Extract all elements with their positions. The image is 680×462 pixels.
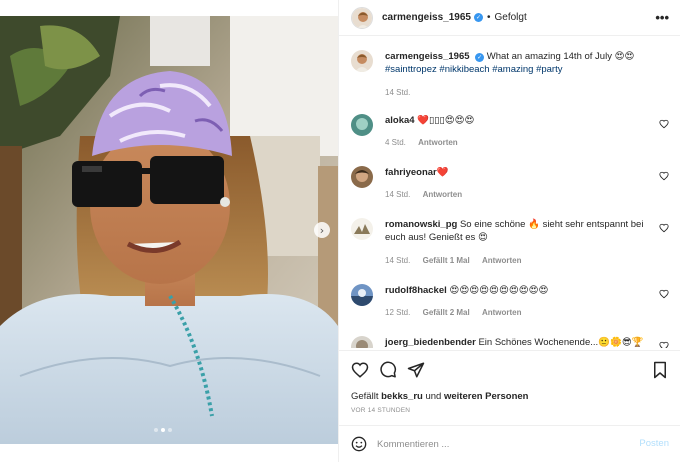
- like-comment-heart-icon[interactable]: [659, 341, 669, 348]
- more-options-icon[interactable]: •••: [655, 11, 669, 24]
- comment-text: ❤️: [436, 167, 449, 178]
- caption-meta: 14 Std.: [385, 88, 420, 97]
- next-slide-button[interactable]: ›: [314, 222, 330, 238]
- post-comment-button[interactable]: Posten: [639, 438, 669, 449]
- reply-button[interactable]: Antworten: [482, 308, 522, 317]
- carousel-dot: [154, 428, 158, 432]
- comment-body: rudolf8hackel 😍😍😍😍😍😍😍😍😍😍: [385, 284, 647, 297]
- comment-body: romanowski_pg So eine schöne 🔥 sieht seh…: [385, 218, 647, 244]
- carousel-indicator: [154, 428, 172, 432]
- carousel-dot-active: [161, 428, 165, 432]
- chevron-right-icon: ›: [319, 223, 325, 237]
- like-comment-heart-icon[interactable]: [659, 289, 669, 299]
- like-comment-heart-icon[interactable]: [659, 119, 669, 129]
- like-comment-heart-icon[interactable]: [659, 223, 669, 233]
- comments-list[interactable]: carmengeiss_1965 ✓ What an amazing 14th …: [339, 36, 680, 348]
- emoji-icon[interactable]: [351, 436, 367, 452]
- hashtag-link[interactable]: #amazing: [492, 64, 533, 75]
- author-username[interactable]: carmengeiss_1965: [382, 12, 471, 23]
- reply-button[interactable]: Antworten: [418, 138, 458, 147]
- commenter-avatar[interactable]: [351, 114, 373, 136]
- verified-badge-icon: ✓: [475, 53, 485, 62]
- post-header: carmengeiss_1965 ✓ • Gefolgt •••: [339, 0, 680, 36]
- caption-text: What an amazing 14th of July 😍😍: [486, 51, 635, 62]
- comment-time: 12 Std.: [385, 308, 411, 317]
- commenter-avatar[interactable]: [351, 284, 373, 306]
- likes-summary[interactable]: Gefällt bekks_ru und weiteren Personen: [351, 391, 528, 402]
- post-media[interactable]: ›: [0, 16, 338, 444]
- follow-state-button[interactable]: Gefolgt: [494, 12, 526, 23]
- comment-bubble-icon[interactable]: [379, 361, 397, 379]
- likes-user[interactable]: bekks_ru: [381, 391, 423, 402]
- commenter-avatar[interactable]: [351, 336, 373, 348]
- comment-username[interactable]: joerg_biedenbender: [385, 337, 476, 348]
- like-heart-icon[interactable]: [351, 361, 369, 379]
- likes-conjunction: und: [425, 391, 442, 402]
- comment-body: aloka4 ❤️▯▯▯😍😍😍: [385, 114, 647, 127]
- comment-meta: 12 Std. Gefällt 2 Mal Antworten: [385, 308, 532, 317]
- verified-badge-icon: ✓: [473, 13, 483, 22]
- screenshot-frame: › carmengeiss_1965 ✓ • Gefolgt ••• carme…: [0, 0, 680, 462]
- add-comment-bar: Posten: [339, 425, 680, 462]
- comment-time: 4 Std.: [385, 138, 406, 147]
- comment-meta: 14 Std. Antworten: [385, 190, 472, 199]
- post-timestamp: VOR 14 STUNDEN: [351, 407, 411, 414]
- commenter-avatar[interactable]: [351, 218, 373, 240]
- caption-time: 14 Std.: [385, 88, 411, 97]
- comment-time: 14 Std.: [385, 256, 411, 265]
- comment-text: 😍😍😍😍😍😍😍😍😍😍: [449, 285, 549, 296]
- reply-button[interactable]: Antworten: [482, 256, 522, 265]
- like-comment-heart-icon[interactable]: [659, 171, 669, 181]
- hashtag-link[interactable]: #party: [536, 64, 562, 75]
- save-bookmark-icon[interactable]: [651, 361, 669, 379]
- comment-likes[interactable]: Gefällt 2 Mal: [423, 308, 470, 317]
- author-avatar[interactable]: [351, 6, 373, 29]
- post-side-panel: carmengeiss_1965 ✓ • Gefolgt ••• carmeng…: [338, 0, 680, 462]
- post-card: › carmengeiss_1965 ✓ • Gefolgt ••• carme…: [0, 0, 680, 462]
- author-avatar-small[interactable]: [351, 50, 373, 72]
- post-photo: [0, 16, 338, 444]
- reply-button[interactable]: Antworten: [423, 190, 463, 199]
- post-actions: Gefällt bekks_ru und weiteren Personen V…: [339, 350, 680, 414]
- comment-username[interactable]: aloka4: [385, 115, 415, 126]
- hashtag-link[interactable]: #nikkibeach: [439, 64, 489, 75]
- carousel-dot: [168, 428, 172, 432]
- likes-others[interactable]: weiteren Personen: [444, 391, 528, 402]
- comment-time: 14 Std.: [385, 190, 411, 199]
- separator-dot: •: [486, 12, 491, 23]
- comment-body: joerg_biedenbender Ein Schönes Wochenend…: [385, 336, 647, 348]
- caption-username[interactable]: carmengeiss_1965: [385, 51, 470, 62]
- comment-username[interactable]: romanowski_pg: [385, 219, 457, 230]
- comment-input[interactable]: [377, 435, 627, 453]
- comment-text: ❤️▯▯▯😍😍😍: [417, 115, 475, 126]
- hashtag-link[interactable]: #sainttropez: [385, 64, 437, 75]
- likes-prefix: Gefällt: [351, 391, 379, 402]
- caption-body: carmengeiss_1965 ✓ What an amazing 14th …: [385, 50, 647, 76]
- comment-meta: 14 Std. Gefällt 1 Mal Antworten: [385, 256, 532, 265]
- commenter-avatar[interactable]: [351, 166, 373, 188]
- comment-body: fahriyeonar❤️: [385, 166, 647, 179]
- comment-username[interactable]: rudolf8hackel: [385, 285, 447, 296]
- comment-likes[interactable]: Gefällt 1 Mal: [423, 256, 470, 265]
- comment-meta: 4 Std. Antworten: [385, 138, 468, 147]
- comment-text: Ein Schönes Wochenende...🙂🌼😎🏆: [478, 337, 644, 348]
- share-paper-plane-icon[interactable]: [407, 361, 425, 379]
- comment-username[interactable]: fahriyeonar: [385, 167, 437, 178]
